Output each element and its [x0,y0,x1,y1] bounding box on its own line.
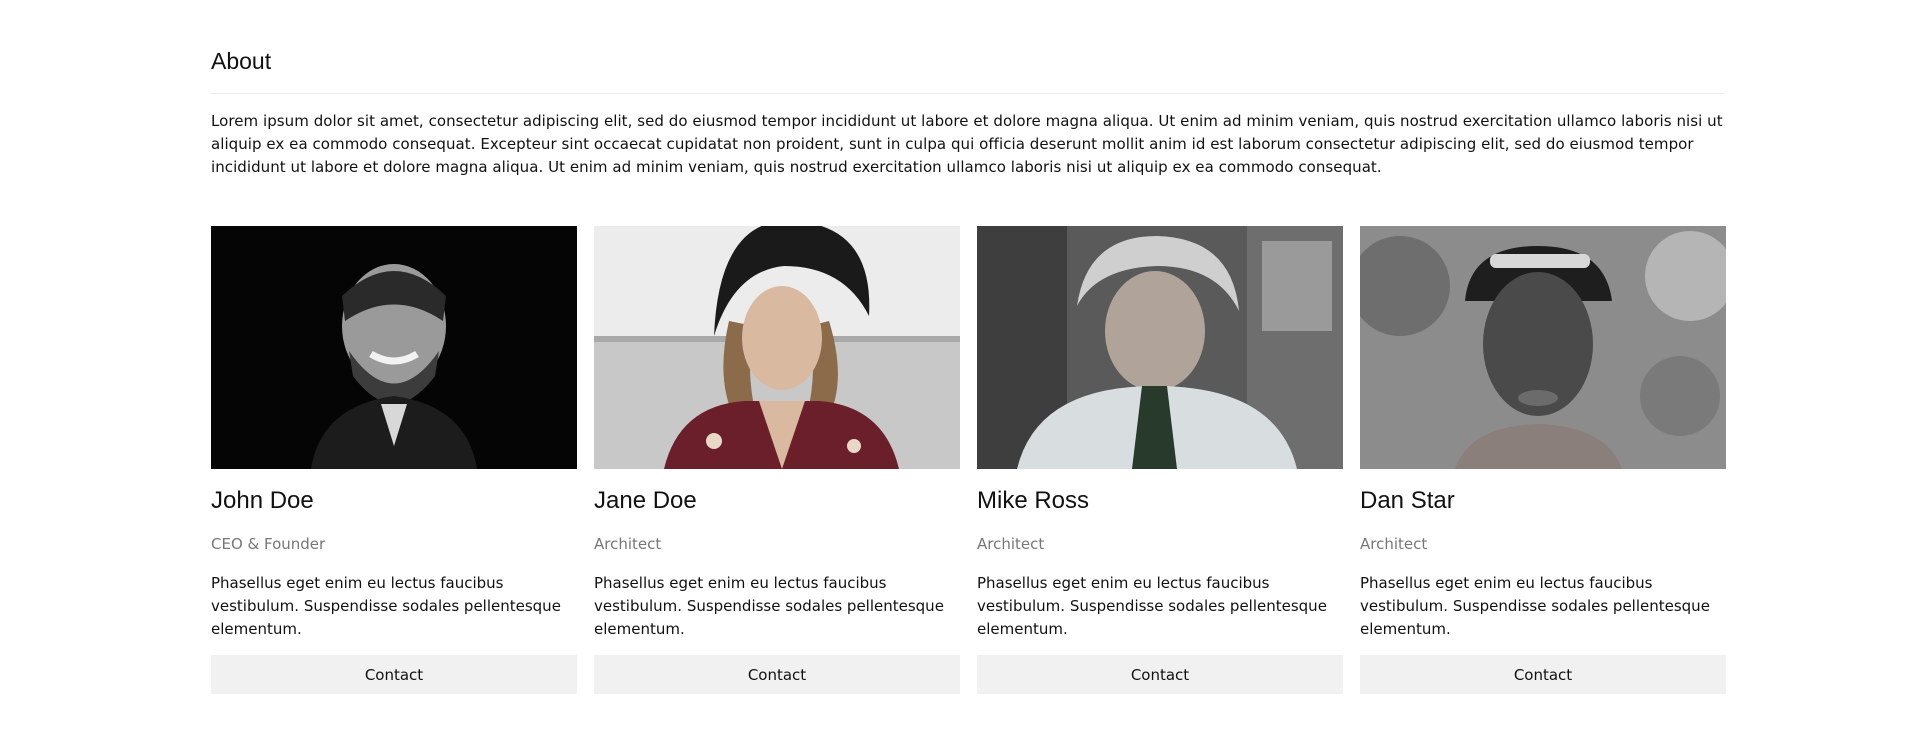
team-photo-dan-star [1360,226,1726,469]
member-description: Phasellus eget enim eu lectus faucibus v… [1360,574,1710,638]
contact-button[interactable]: Contact [211,655,577,694]
about-title: About [211,48,272,74]
team-photo-mike-ross [977,226,1343,469]
contact-button[interactable]: Contact [977,655,1343,694]
contact-button[interactable]: Contact [1360,655,1726,694]
member-description: Phasellus eget enim eu lectus faucibus v… [211,574,561,638]
member-role: Architect [1360,535,1428,553]
team-card: Mike Ross Architect Phasellus eget enim … [977,226,1343,694]
team-card: Jane Doe Architect Phasellus eget enim e… [594,226,960,694]
team-card: John Doe CEO & Founder Phasellus eget en… [211,226,577,694]
team-photo-jane-doe [594,226,960,469]
member-description: Phasellus eget enim eu lectus faucibus v… [594,574,944,638]
member-role: Architect [594,535,662,553]
about-section: About Lorem ipsum dolor sit amet, consec… [211,0,1726,694]
team-grid: John Doe CEO & Founder Phasellus eget en… [211,226,1726,694]
team-card: Dan Star Architect Phasellus eget enim e… [1360,226,1726,694]
member-name: Dan Star [1360,487,1455,514]
member-name: Jane Doe [594,487,697,514]
member-name: Mike Ross [977,487,1090,514]
member-name: John Doe [211,487,314,514]
team-photo-john-doe [211,226,577,469]
member-role: CEO & Founder [211,535,326,553]
divider [211,93,1724,94]
member-role: Architect [977,535,1045,553]
about-text: Lorem ipsum dolor sit amet, consectetur … [211,112,1723,176]
member-description: Phasellus eget enim eu lectus faucibus v… [977,574,1327,638]
contact-button[interactable]: Contact [594,655,960,694]
